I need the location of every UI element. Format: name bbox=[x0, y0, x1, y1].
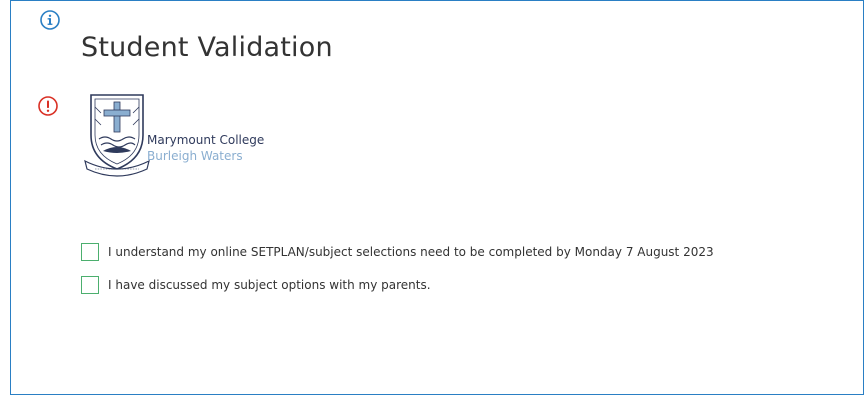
checklist-item-discussed-parents[interactable]: I have discussed my subject options with… bbox=[81, 274, 431, 296]
discussed-parents-label: I have discussed my subject options with… bbox=[108, 278, 431, 292]
alert-icon bbox=[38, 96, 58, 116]
setplan-deadline-checkbox[interactable] bbox=[81, 243, 99, 261]
school-location: Burleigh Waters bbox=[147, 149, 243, 163]
discussed-parents-checkbox[interactable] bbox=[81, 276, 99, 294]
validation-panel: Student Validation Marymount College Bur… bbox=[10, 0, 864, 395]
school-crest-logo bbox=[84, 94, 150, 177]
info-icon bbox=[40, 10, 60, 30]
setplan-deadline-label: I understand my online SETPLAN/subject s… bbox=[108, 245, 714, 259]
school-name: Marymount College bbox=[147, 133, 265, 147]
checklist-item-setplan-deadline[interactable]: I understand my online SETPLAN/subject s… bbox=[81, 241, 714, 263]
page-title: Student Validation bbox=[81, 32, 333, 63]
